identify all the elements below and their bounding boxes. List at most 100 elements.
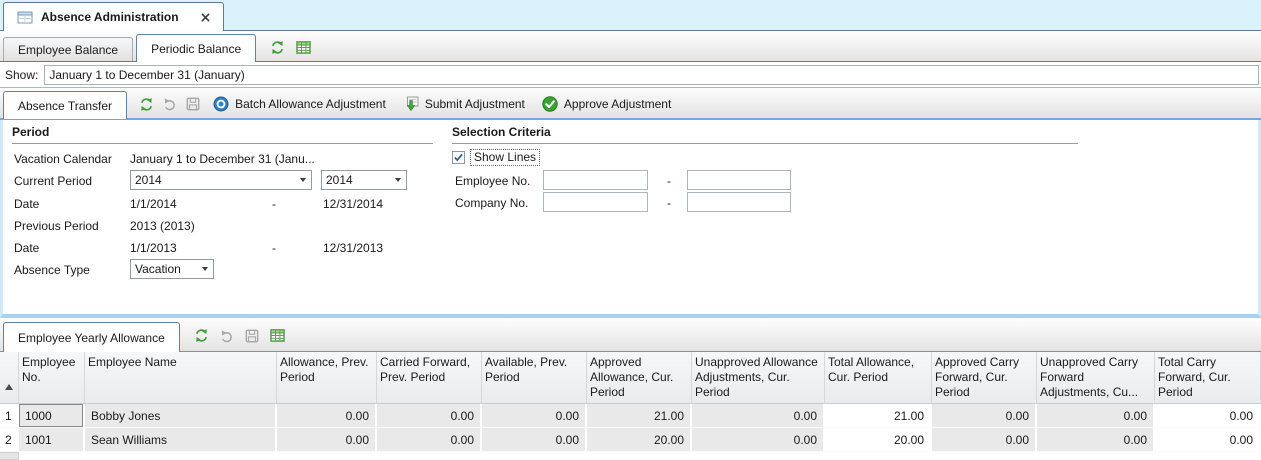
show-lines-label: Show Lines xyxy=(470,149,540,166)
table-cell[interactable]: 0.00 xyxy=(692,404,825,428)
date-current-separator: - xyxy=(272,195,276,213)
date-current-to: 12/31/2014 xyxy=(323,195,383,213)
approve-check-icon xyxy=(542,96,558,112)
column-header-unapproved-allowance-adjustments-cur-period[interactable]: Unapproved Allowance Adjustments, Cur. P… xyxy=(692,352,825,404)
selection-criteria-group-heading: Selection Criteria xyxy=(452,125,1078,144)
current-period-label: Current Period xyxy=(14,172,92,190)
combo-value: Vacation xyxy=(135,262,181,276)
absence-type-select[interactable]: Vacation xyxy=(130,259,214,279)
undo-icon[interactable] xyxy=(163,97,177,111)
show-filter-value: January 1 to December 31 (January) xyxy=(49,68,244,82)
current-period-select-2[interactable]: 2014 xyxy=(321,170,407,190)
table-cell[interactable]: 0.00 xyxy=(1037,404,1155,428)
vacation-calendar-value: January 1 to December 31 (Janu... xyxy=(130,150,315,168)
tab-periodic-balance[interactable]: Periodic Balance xyxy=(136,34,256,62)
table-cell[interactable]: 0.00 xyxy=(482,404,587,428)
previous-period-value: 2013 (2013) xyxy=(130,217,195,235)
window-tab-bar: Absence Administration xyxy=(0,0,1261,31)
column-header-unapproved-carry-forward-adjustments-cu[interactable]: Unapproved Carry Forward Adjustments, Cu… xyxy=(1037,352,1155,404)
table-view-icon[interactable] xyxy=(270,329,285,342)
table-cell[interactable]: 0.00 xyxy=(1155,428,1261,452)
current-period-select-1[interactable]: 2014 xyxy=(130,170,312,190)
vacation-calendar-label: Vacation Calendar xyxy=(14,150,112,168)
tab-label: Employee Balance xyxy=(18,43,118,57)
tab-employee-yearly-allowance[interactable]: Employee Yearly Allowance xyxy=(3,322,180,352)
table-cell[interactable]: 21.00 xyxy=(825,404,932,428)
show-lines-checkbox[interactable] xyxy=(452,151,465,164)
column-header-total-carry-forward-cur-period[interactable]: Total Carry Forward, Cur. Period xyxy=(1155,352,1261,404)
table-cell[interactable]: 20.00 xyxy=(825,428,932,452)
column-header-approved-allowance-cur-period[interactable]: Approved Allowance, Cur. Period xyxy=(587,352,692,404)
date-current-from: 1/1/2014 xyxy=(130,195,177,213)
refresh-icon[interactable] xyxy=(270,40,285,55)
column-header-employee-no[interactable]: Employee No. xyxy=(19,352,85,404)
batch-allowance-adjustment-button[interactable]: Batch Allowance Adjustment xyxy=(209,95,390,113)
grid-tab-strip: Employee Yearly Allowance xyxy=(0,318,1261,352)
column-header-allowance-prev-period[interactable]: Allowance, Prev. Period xyxy=(277,352,377,404)
table-cell[interactable]: 1001 xyxy=(19,428,85,452)
tab-employee-balance[interactable]: Employee Balance xyxy=(3,37,133,61)
table-header-row: Employee No.Employee NameAllowance, Prev… xyxy=(0,352,1261,404)
table-cell[interactable]: 0.00 xyxy=(277,428,377,452)
close-icon[interactable] xyxy=(201,13,210,22)
row-number[interactable]: 2 xyxy=(0,428,19,452)
table-cell[interactable]: 0.00 xyxy=(1037,428,1155,452)
table-cell[interactable]: 21.00 xyxy=(587,404,692,428)
table-cell[interactable]: 0.00 xyxy=(692,428,825,452)
button-label: Batch Allowance Adjustment xyxy=(235,97,386,111)
table-cell[interactable]: 1000 xyxy=(19,404,85,428)
sort-ascending-icon xyxy=(5,370,13,390)
table-cell[interactable]: 0.00 xyxy=(277,404,377,428)
company-no-to-input[interactable] xyxy=(687,192,791,212)
content-panel: Period Vacation Calendar January 1 to De… xyxy=(0,120,1261,318)
date-previous-separator: - xyxy=(272,239,276,257)
refresh-icon[interactable] xyxy=(139,97,154,112)
table-cell[interactable]: 0.00 xyxy=(932,428,1037,452)
table-cell[interactable]: Bobby Jones xyxy=(85,404,277,428)
table-cell[interactable]: 20.00 xyxy=(587,428,692,452)
button-label: Submit Adjustment xyxy=(425,97,525,111)
table-cell[interactable]: Sean Williams xyxy=(85,428,277,452)
show-lines-option[interactable]: Show Lines xyxy=(452,149,540,166)
save-icon[interactable] xyxy=(245,329,259,343)
table-cell[interactable]: 0.00 xyxy=(377,404,482,428)
table-cell[interactable]: 0.00 xyxy=(377,428,482,452)
chevron-down-icon xyxy=(395,178,401,182)
table-view-icon[interactable] xyxy=(296,41,311,54)
tab-label: Absence Transfer xyxy=(18,99,112,113)
column-header-approved-carry-forward-cur-period[interactable]: Approved Carry Forward, Cur. Period xyxy=(932,352,1037,404)
show-filter-field[interactable]: January 1 to December 31 (January) xyxy=(44,65,1259,85)
column-header-carried-forward-prev-period[interactable]: Carried Forward, Prev. Period xyxy=(377,352,482,404)
new-row-stub[interactable] xyxy=(0,452,19,460)
table-cell[interactable]: 0.00 xyxy=(1155,404,1261,428)
company-no-from-input[interactable] xyxy=(543,192,648,212)
absence-type-label: Absence Type xyxy=(14,261,90,279)
window-tab-title: Absence Administration xyxy=(41,10,179,24)
date-current-label: Date xyxy=(14,195,39,213)
approve-adjustment-button[interactable]: Approve Adjustment xyxy=(538,95,675,113)
column-header-employee-name[interactable]: Employee Name xyxy=(85,352,277,404)
employee-yearly-allowance-table: Employee No.Employee NameAllowance, Prev… xyxy=(0,352,1261,452)
row-number[interactable]: 1 xyxy=(0,404,19,428)
date-previous-from: 1/1/2013 xyxy=(130,239,177,257)
submit-adjustment-button[interactable]: Submit Adjustment xyxy=(399,95,529,113)
batch-adjustment-icon xyxy=(213,96,229,112)
undo-icon[interactable] xyxy=(220,329,234,343)
page-tab-strip: Employee Balance Periodic Balance xyxy=(0,31,1261,62)
table-cell[interactable]: 0.00 xyxy=(932,404,1037,428)
employee-no-to-input[interactable] xyxy=(687,170,791,190)
employee-no-from-input[interactable] xyxy=(543,170,648,190)
window-tab-absence-administration[interactable]: Absence Administration xyxy=(3,2,224,31)
table-row: 21001Sean Williams0.000.000.0020.000.002… xyxy=(0,428,1261,452)
period-group-heading: Period xyxy=(12,125,433,144)
column-header-total-allowance-cur-period[interactable]: Total Allowance, Cur. Period xyxy=(825,352,932,404)
row-selector-header[interactable] xyxy=(0,352,19,404)
tab-absence-transfer[interactable]: Absence Transfer xyxy=(3,91,127,119)
refresh-icon[interactable] xyxy=(194,328,209,343)
column-header-available-prev-period[interactable]: Available, Prev. Period xyxy=(482,352,587,404)
save-icon[interactable] xyxy=(186,97,200,111)
date-previous-label: Date xyxy=(14,239,39,257)
combo-value: 2014 xyxy=(326,173,353,187)
table-cell[interactable]: 0.00 xyxy=(482,428,587,452)
action-toolbar: Absence Transfer xyxy=(0,88,1261,120)
